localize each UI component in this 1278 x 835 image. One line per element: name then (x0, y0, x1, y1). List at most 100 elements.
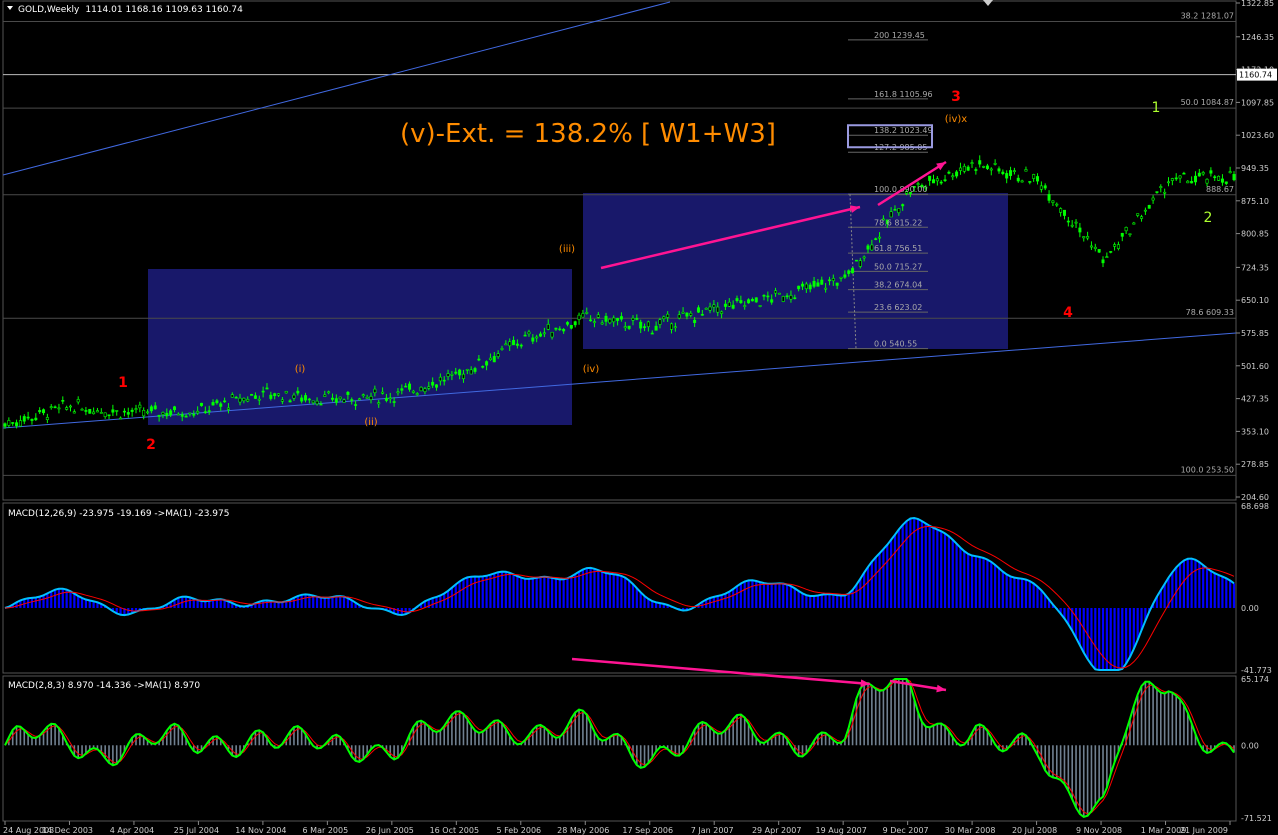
candle-body (685, 312, 689, 317)
candle-body (747, 299, 751, 304)
candle-body (307, 398, 311, 401)
candle-body (562, 328, 566, 332)
candle-body (442, 379, 446, 382)
chart-header: GOLD,Weekly 1114.01 1168.16 1109.63 1160.… (18, 5, 243, 15)
candle-body (793, 297, 797, 300)
time-tick-label: 9 Dec 2007 (883, 826, 929, 835)
candle-body (1170, 178, 1174, 181)
candle-body (84, 410, 88, 412)
candle-body (253, 395, 257, 399)
candle-body (1066, 220, 1070, 223)
candle-body (508, 341, 512, 347)
candle-body (3, 423, 7, 427)
candle-body (955, 171, 959, 177)
candle-body (427, 386, 431, 389)
candle-body (1016, 177, 1020, 182)
candle-body (346, 391, 350, 395)
candle-body (207, 410, 211, 412)
candle-body (982, 166, 986, 168)
candle-body (42, 409, 46, 414)
candle-body (431, 381, 435, 386)
candle-body (11, 422, 15, 424)
candle-body (801, 283, 805, 287)
fib-mid-label: 0.0 540.55 (874, 340, 917, 349)
candle-body (1220, 178, 1224, 183)
candle-body (115, 410, 119, 412)
candle-body (635, 318, 639, 320)
candle-body (708, 306, 712, 311)
candle-body (473, 368, 477, 372)
wave-label: (i) (295, 364, 306, 375)
candle-body (88, 408, 92, 414)
price-tick-label: 650.10 (1241, 296, 1269, 305)
candle-body (569, 324, 573, 329)
candle-body (465, 369, 469, 371)
candle-body (161, 412, 165, 415)
candle-body (619, 316, 623, 320)
candle-body (80, 408, 84, 411)
candle-body (500, 348, 504, 350)
wave-label: 2 (146, 437, 156, 453)
candle-body (1147, 204, 1151, 209)
wave-label: (iii) (559, 244, 575, 255)
candle-body (739, 300, 743, 304)
candle-body (515, 343, 519, 346)
extension-annotation: (v)-Ext. = 138.2% [ W1+W3] (400, 119, 776, 149)
candle-body (831, 278, 835, 282)
candle-body (901, 204, 905, 207)
candle-body (550, 331, 554, 338)
candle-body (1097, 249, 1101, 253)
candle-body (558, 328, 562, 331)
candle-body (1197, 172, 1201, 177)
wave-label: 4 (1063, 305, 1073, 321)
chevron-down-icon[interactable] (7, 6, 13, 10)
candle-body (893, 209, 897, 211)
candle-body (1151, 197, 1155, 201)
candle-body (1143, 209, 1147, 212)
candle-body (169, 410, 173, 416)
candle-body (122, 410, 126, 413)
fib-mid-label: 38.2 674.04 (874, 281, 922, 290)
price-tick-label: 1246.35 (1241, 33, 1274, 42)
candle-body (847, 270, 851, 274)
wave-label: 3 (951, 89, 961, 105)
candle-body (130, 409, 134, 412)
candle-body (434, 384, 438, 388)
candle-body (488, 357, 492, 360)
candle-body (481, 366, 485, 368)
candle-body (589, 319, 593, 322)
candle-body (365, 396, 369, 399)
candle-body (446, 373, 450, 377)
candle-body (592, 321, 596, 323)
candle-body (689, 312, 693, 316)
candle-body (1062, 209, 1066, 216)
candle-body (45, 417, 49, 420)
candle-body (658, 319, 662, 325)
fib-right-label: 100.0 253.50 (1181, 465, 1234, 474)
candle-body (296, 390, 300, 394)
candle-body (1213, 176, 1217, 179)
candle-body (1036, 176, 1040, 182)
candle-body (535, 336, 539, 339)
candle-body (820, 279, 824, 285)
candle-body (643, 326, 647, 328)
time-tick-label: 14 Dec 2003 (42, 826, 93, 835)
candle-body (1209, 170, 1213, 174)
candle-body (766, 295, 770, 298)
candle-body (646, 321, 650, 328)
candle-body (878, 236, 882, 239)
candle-body (273, 393, 277, 397)
candle-body (1217, 175, 1221, 181)
candle-body (720, 311, 724, 314)
candle-body (1024, 169, 1028, 172)
candle-body (616, 318, 620, 321)
candle-body (631, 317, 635, 321)
candle-body (300, 397, 304, 402)
candle-body (789, 295, 793, 300)
candle-body (99, 412, 103, 414)
candle-body (623, 326, 627, 329)
candle-body (111, 409, 115, 413)
candle-body (565, 322, 569, 325)
candle-body (280, 399, 284, 402)
candle-body (727, 301, 731, 307)
